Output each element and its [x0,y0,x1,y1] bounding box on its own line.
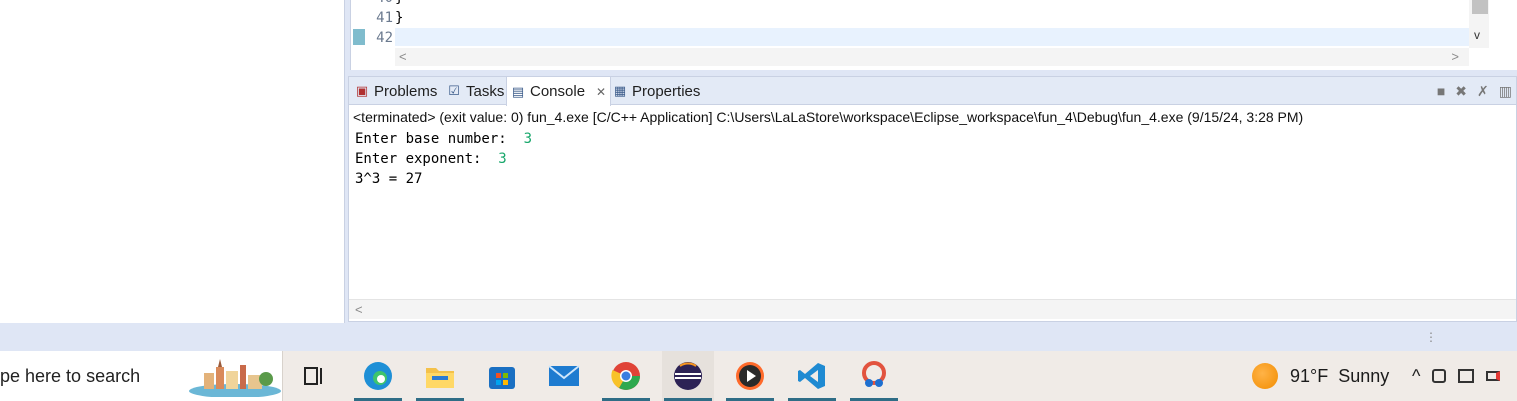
console-line[interactable]: 3^3 = 27 [355,171,422,187]
chrome-icon [611,362,640,390]
store-icon [489,367,515,389]
task-view-button[interactable] [288,351,340,401]
current-line-highlight [395,28,1469,46]
search-placeholder: pe here to search [0,366,141,386]
tab-label: Properties [632,82,701,100]
taskbar-search-box[interactable]: pe here to search [0,351,283,401]
console-prompt: Enter exponent: [355,151,499,167]
tab-label: Problems [374,82,438,100]
tab-label: Tasks [466,82,505,100]
folder-icon [426,368,454,388]
taskbar-edge[interactable] [352,351,404,401]
meet-now-icon[interactable] [1432,369,1447,383]
close-icon[interactable]: ✕ [596,85,606,99]
tab-problems[interactable]: ▣ Problems [351,77,441,105]
console-input: 3 [498,151,507,167]
console-toolbar: ■ ✖ ✗ ▥ [1437,79,1516,103]
console-icon: ▤ [511,83,525,99]
taskbar-vscode[interactable] [786,351,838,401]
view-tabbar: ▣ Problems ☑ Tasks ▤ Console ✕ ▦ Propert… [349,77,1516,106]
scroll-thumb[interactable] [1472,0,1488,14]
mail-icon [548,365,580,386]
line-number: 41 [376,10,393,26]
tab-label: Console [530,83,586,100]
code-editor[interactable]: 40 } 41 } 42 < > v [350,0,1517,70]
task-view-icon [304,367,322,385]
code-line[interactable]: } [395,10,403,26]
remove-all-terminated-icon[interactable]: ✗ [1477,83,1489,100]
console-input: 3 [523,131,533,147]
scroll-down-icon[interactable]: v [1474,28,1480,42]
project-explorer-panel [0,0,345,323]
console-output: 3^3 = 27 [355,171,423,187]
taskbar-chrome[interactable] [600,351,652,401]
console-status: <terminated> (exit value: 0) fun_4.exe [… [353,109,1304,125]
clear-console-icon[interactable]: ▥ [1499,83,1512,100]
system-tray: ^ [1412,351,1501,401]
eclipse-icon [674,362,702,390]
problems-icon: ▣ [355,83,369,98]
console-line[interactable]: Enter base number: 3 [355,131,532,147]
resize-grip-icon[interactable]: ⋮ [1425,330,1437,344]
editor-vertical-scrollbar[interactable]: v [1469,0,1489,48]
taskbar-media-player[interactable] [724,351,776,401]
search-highlight-image [189,359,281,397]
tasks-icon: ☑ [448,83,460,98]
windows-taskbar: pe here to search 91°F Sunny ^ [0,351,1517,401]
weather-widget[interactable]: 91°F Sunny [1252,351,1389,401]
code-line[interactable]: } [395,0,403,6]
line-number: 40 [351,0,393,6]
battery-icon[interactable] [1486,371,1501,381]
taskbar-store[interactable] [476,351,528,401]
scroll-right-icon[interactable]: > [1451,49,1459,64]
tab-properties[interactable]: ▦ Properties [609,77,704,105]
weather-condition: Sunny [1338,365,1390,386]
taskbar-snipping-tool[interactable] [848,351,900,401]
editor-horizontal-scrollbar[interactable]: < > [395,48,1469,66]
media-player-icon [736,362,764,390]
taskbar-eclipse[interactable] [662,351,714,401]
screen: 40 } 41 } 42 < > v ▣ Problems ☑ Tasks [0,0,1517,401]
weather-temperature: 91°F [1290,365,1329,386]
edge-icon [364,362,392,390]
console-horizontal-scrollbar[interactable]: < [349,299,1516,319]
taskbar-mail[interactable] [538,351,590,401]
console-view: ▣ Problems ☑ Tasks ▤ Console ✕ ▦ Propert… [348,76,1517,322]
console-line[interactable]: Enter exponent: 3 [355,151,507,167]
remove-launch-icon[interactable]: ✖ [1455,83,1467,100]
network-icon[interactable] [1458,369,1475,383]
scroll-left-icon[interactable]: < [355,302,363,317]
tab-console[interactable]: ▤ Console ✕ [506,77,612,106]
snipping-tool-icon [862,361,886,387]
sun-icon [1252,363,1278,389]
properties-icon: ▦ [613,83,627,98]
taskbar-file-explorer[interactable] [414,351,466,401]
vscode-icon [798,363,825,389]
tab-tasks[interactable]: ☑ Tasks [443,77,508,105]
chevron-up-icon[interactable]: ^ [1412,366,1420,387]
status-bar [0,323,1517,351]
scroll-left-icon[interactable]: < [399,49,407,64]
console-prompt: Enter base number: [355,131,524,147]
line-number: 42 [376,30,393,46]
terminate-icon[interactable]: ■ [1437,83,1445,99]
